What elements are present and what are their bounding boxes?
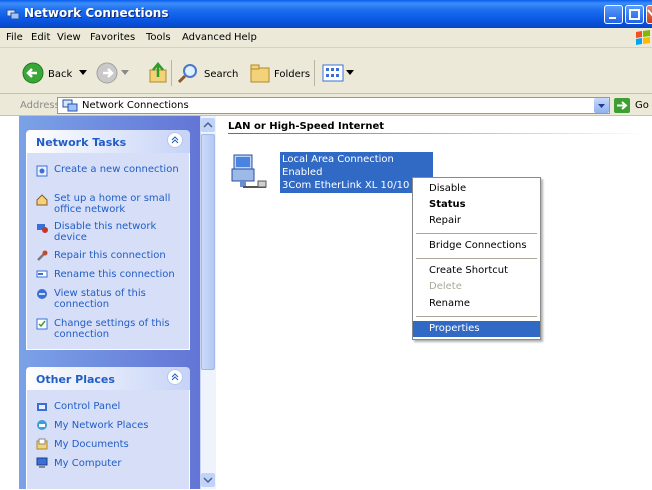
ctx-delete: Delete — [429, 281, 462, 292]
address-dropdown-button[interactable] — [594, 98, 609, 113]
create-connection-icon — [36, 165, 48, 177]
ctx-create-shortcut[interactable]: Create Shortcut — [429, 265, 508, 276]
folders-button[interactable]: Folders — [274, 69, 310, 80]
ctx-rename[interactable]: Rename — [429, 298, 470, 309]
back-button[interactable]: Back — [48, 69, 72, 80]
maximize-icon — [629, 9, 640, 20]
settings-icon — [36, 318, 48, 330]
status-icon — [37, 289, 47, 299]
menu-separator — [416, 258, 537, 259]
control-panel-icon — [37, 403, 47, 411]
toolbar-separator — [314, 60, 315, 86]
other-places-header[interactable]: Other Places — [26, 367, 190, 390]
task-create-connection[interactable]: Create a new connection — [54, 164, 184, 175]
maximize-button[interactable] — [625, 5, 644, 24]
minimize-button[interactable] — [604, 5, 623, 24]
menu-tools[interactable]: Tools — [146, 32, 171, 43]
disable-device-icon — [37, 224, 48, 233]
close-icon — [647, 9, 652, 17]
ctx-properties[interactable]: Properties — [429, 323, 480, 334]
menu-favorites[interactable]: Favorites — [90, 32, 135, 43]
back-dropdown-icon[interactable] — [79, 70, 87, 76]
menu-separator — [416, 316, 537, 317]
lan-connection-icon[interactable] — [230, 153, 270, 193]
network-tasks-header[interactable]: Network Tasks — [26, 130, 190, 153]
collapse-other-places-button[interactable] — [167, 369, 183, 385]
chevron-up-icon — [203, 121, 213, 128]
place-computer[interactable]: My Computer — [54, 458, 184, 469]
place-documents[interactable]: My Documents — [54, 439, 184, 450]
window-title: Network Connections — [24, 6, 169, 20]
rename-icon — [36, 270, 48, 278]
menu-help[interactable]: Help — [234, 32, 257, 43]
back-arrow-icon[interactable] — [22, 62, 44, 84]
network-tasks-title: Network Tasks — [36, 136, 127, 149]
ctx-disable[interactable]: Disable — [429, 183, 466, 194]
scroll-up-button[interactable] — [201, 118, 215, 132]
connection-status: Enabled — [282, 167, 323, 178]
task-repair-connection[interactable]: Repair this connection — [54, 250, 184, 261]
task-change-settings[interactable]: Change settings of this connection — [54, 318, 184, 340]
forward-dropdown-icon[interactable] — [121, 70, 129, 76]
search-button[interactable]: Search — [204, 69, 238, 80]
menu-edit[interactable]: Edit — [31, 32, 50, 43]
search-icon[interactable] — [177, 62, 201, 84]
network-places-icon — [37, 420, 47, 430]
menu-separator — [416, 233, 537, 234]
place-control-panel[interactable]: Control Panel — [54, 401, 184, 412]
ctx-repair[interactable]: Repair — [429, 215, 461, 226]
close-button[interactable] — [646, 5, 652, 24]
connection-device: 3Com EtherLink XL 10/100 P — [282, 180, 410, 191]
toolbar-separator — [171, 60, 172, 86]
chevron-down-icon — [598, 104, 605, 108]
views-dropdown-icon[interactable] — [346, 70, 354, 76]
windows-logo-icon — [636, 30, 650, 45]
group-heading: LAN or High-Speed Internet — [228, 121, 385, 132]
repair-icon — [37, 250, 48, 261]
up-folder-icon[interactable] — [148, 62, 168, 84]
chevron-up-icon — [171, 136, 179, 144]
ctx-status[interactable]: Status — [429, 199, 466, 210]
go-button[interactable] — [614, 98, 630, 113]
scroll-thumb[interactable] — [201, 134, 215, 370]
connection-name: Local Area Connection — [282, 154, 394, 165]
address-label: Address — [20, 100, 60, 111]
task-disable-device[interactable]: Disable this network device — [54, 221, 184, 243]
folders-icon[interactable] — [249, 62, 271, 84]
menu-file[interactable]: File — [6, 32, 23, 43]
task-rename-connection[interactable]: Rename this connection — [54, 269, 184, 280]
task-view-status[interactable]: View status of this connection — [54, 288, 184, 310]
ctx-bridge-connections[interactable]: Bridge Connections — [429, 240, 527, 251]
place-network-places[interactable]: My Network Places — [54, 420, 184, 431]
scroll-down-button[interactable] — [201, 473, 215, 487]
menu-bar: File Edit View Favorites Tools Advanced … — [0, 28, 652, 48]
address-value: Network Connections — [82, 100, 189, 111]
menu-advanced[interactable]: Advanced — [182, 32, 231, 43]
chevron-up-icon — [171, 373, 179, 381]
computer-icon — [36, 457, 48, 468]
chevron-down-icon — [203, 477, 213, 484]
task-home-network[interactable]: Set up a home or small office network — [54, 193, 184, 215]
network-connections-icon — [62, 99, 78, 112]
views-icon[interactable] — [322, 63, 344, 83]
minimize-icon — [609, 17, 616, 19]
menu-view[interactable]: View — [57, 32, 81, 43]
network-connections-icon — [6, 9, 20, 20]
forward-arrow-icon[interactable] — [96, 62, 118, 84]
home-network-icon — [36, 194, 48, 206]
go-label[interactable]: Go — [635, 100, 649, 111]
other-places-title: Other Places — [36, 373, 115, 386]
collapse-network-tasks-button[interactable] — [167, 132, 183, 148]
group-divider — [228, 133, 648, 134]
go-arrow-icon — [617, 101, 628, 110]
documents-icon — [36, 438, 48, 450]
